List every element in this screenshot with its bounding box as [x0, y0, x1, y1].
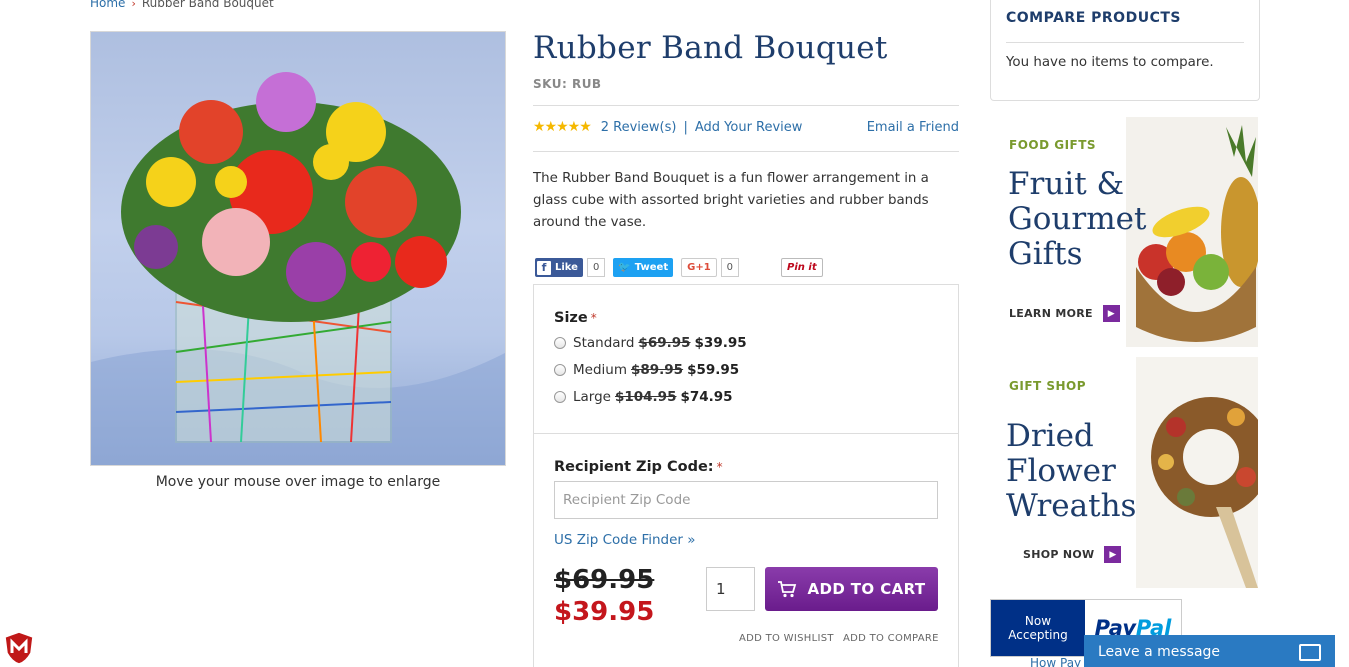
size-new-price: $74.95 [680, 389, 733, 405]
tweet-label: Tweet [634, 262, 669, 273]
google-plus-button[interactable]: G+1 [681, 258, 717, 277]
divider [1006, 42, 1244, 43]
facebook-like-count: 0 [586, 258, 606, 277]
play-arrow-icon: ▶ [1104, 546, 1122, 563]
pinterest-pin-button[interactable]: Pin it [781, 258, 823, 277]
size-option-standard[interactable]: Standard $69.95 $39.95 [554, 335, 747, 351]
product-image[interactable] [90, 31, 506, 466]
leave-message-chat-bar[interactable]: Leave a message [1084, 635, 1335, 667]
banner-kicker: FOOD GIFTS [1009, 138, 1097, 152]
product-sku: SKU: RUB [533, 77, 602, 91]
banner-headline-line: Flower [1006, 453, 1116, 489]
add-to-cart-button[interactable]: ADD TO CART [765, 567, 938, 611]
paypal-now-accepting: Now Accepting [991, 600, 1085, 656]
learn-more-label: LEARN MORE [1009, 307, 1093, 320]
radio-button[interactable] [554, 337, 566, 349]
food-gifts-banner[interactable]: FOOD GIFTS Fruit & Gourmet Gifts LEARN M… [1006, 117, 1258, 347]
divider [533, 433, 959, 434]
shop-now-label: SHOP NOW [1023, 548, 1095, 561]
facebook-like-button[interactable]: f Like [535, 258, 583, 277]
rating-stars-icon: ★★★★★ [533, 119, 592, 135]
divider [533, 151, 959, 152]
chat-label: Leave a message [1098, 644, 1221, 660]
banner-headline: Dried Flower Wreaths [1006, 419, 1136, 524]
radio-button[interactable] [554, 364, 566, 376]
product-title: Rubber Band Bouquet [533, 30, 888, 66]
mcafee-shield-icon[interactable] [4, 631, 34, 665]
banner-headline-line: Fruit & [1008, 166, 1125, 202]
tweet-button[interactable]: 🐦 Tweet [613, 258, 674, 277]
required-asterisk: * [716, 460, 723, 474]
recipient-zip-input[interactable] [554, 481, 938, 519]
shop-now-button[interactable]: SHOP NOW ▶ [1023, 546, 1122, 563]
image-caption: Move your mouse over image to enlarge [155, 474, 441, 490]
size-new-price: $59.95 [687, 362, 740, 378]
breadcrumb-chevron-icon: › [131, 0, 136, 10]
divider [533, 105, 959, 106]
size-name: Standard [573, 335, 635, 351]
size-new-price: $39.95 [694, 335, 747, 351]
banner-kicker: GIFT SHOP [1009, 379, 1087, 393]
reviews-separator: | [683, 119, 688, 135]
sale-price: $39.95 [554, 597, 655, 627]
banner-headline-line: Wreaths [1006, 488, 1137, 524]
size-old-price: $104.95 [614, 389, 677, 405]
zip-finder-link[interactable]: US Zip Code Finder » [554, 532, 696, 548]
banner-headline-line: Gifts [1008, 236, 1083, 272]
size-option-medium[interactable]: Medium $89.95 $59.95 [554, 362, 739, 378]
social-share-bar: f Like 0 🐦 Tweet G+1 0 Pin it [535, 258, 823, 277]
add-review-link[interactable]: Add Your Review [695, 120, 803, 135]
banner-headline: Fruit & Gourmet Gifts [1008, 167, 1146, 272]
email-friend-link[interactable]: Email a Friend [867, 120, 959, 135]
twitter-bird-icon: 🐦 [618, 262, 631, 273]
facebook-icon: f [537, 260, 551, 275]
gift-shop-banner[interactable]: GIFT SHOP Dried Flower Wreaths SHOP NOW … [1006, 357, 1258, 588]
add-to-wishlist-link[interactable]: ADD TO WISHLIST [739, 633, 834, 644]
reviews-link[interactable]: 2 Review(s) [601, 120, 677, 135]
facebook-like-label: Like [555, 262, 578, 273]
breadcrumb-current: Rubber Band Bouquet [141, 0, 274, 10]
how-paypal-works-link[interactable]: How Pay [1030, 656, 1081, 667]
reviews-row: ★★★★★ 2 Review(s) | Add Your Review Emai… [533, 119, 959, 135]
add-to-compare-link[interactable]: ADD TO COMPARE [843, 633, 939, 644]
size-old-price: $89.95 [630, 362, 684, 378]
size-label: Size * [554, 307, 597, 326]
zip-label-text: Recipient Zip Code: [554, 459, 714, 475]
compare-products-title: COMPARE PRODUCTS [1006, 10, 1181, 26]
paypal-now: Now [1024, 614, 1052, 628]
bouquet-illustration [91, 72, 505, 465]
size-option-large[interactable]: Large $104.95 $74.95 [554, 389, 733, 405]
breadcrumb-home-link[interactable]: Home [90, 0, 125, 10]
breadcrumb: Home › Rubber Band Bouquet [90, 0, 274, 10]
quantity-input[interactable] [706, 567, 755, 611]
size-old-price: $69.95 [638, 335, 691, 351]
banner-headline-line: Gourmet [1008, 201, 1147, 237]
banner-headline-line: Dried [1006, 418, 1094, 454]
product-description: The Rubber Band Bouquet is a fun flower … [533, 171, 929, 230]
size-name: Large [573, 389, 611, 405]
size-name: Medium [573, 362, 627, 378]
zip-label: Recipient Zip Code: * [554, 456, 723, 475]
paypal-accepting: Accepting [1008, 628, 1068, 642]
required-asterisk: * [590, 311, 597, 325]
compare-empty-text: You have no items to compare. [1006, 55, 1214, 70]
original-price: $69.95 [554, 565, 655, 595]
google-plus-count: 0 [720, 258, 740, 277]
size-label-text: Size [554, 310, 588, 326]
chat-window-icon [1299, 643, 1321, 661]
wreath-illustration [1136, 357, 1258, 588]
cart-icon [778, 581, 797, 598]
play-arrow-icon: ▶ [1102, 305, 1120, 322]
radio-button[interactable] [554, 391, 566, 403]
add-to-cart-label: ADD TO CART [807, 580, 926, 598]
learn-more-button[interactable]: LEARN MORE ▶ [1009, 305, 1120, 322]
